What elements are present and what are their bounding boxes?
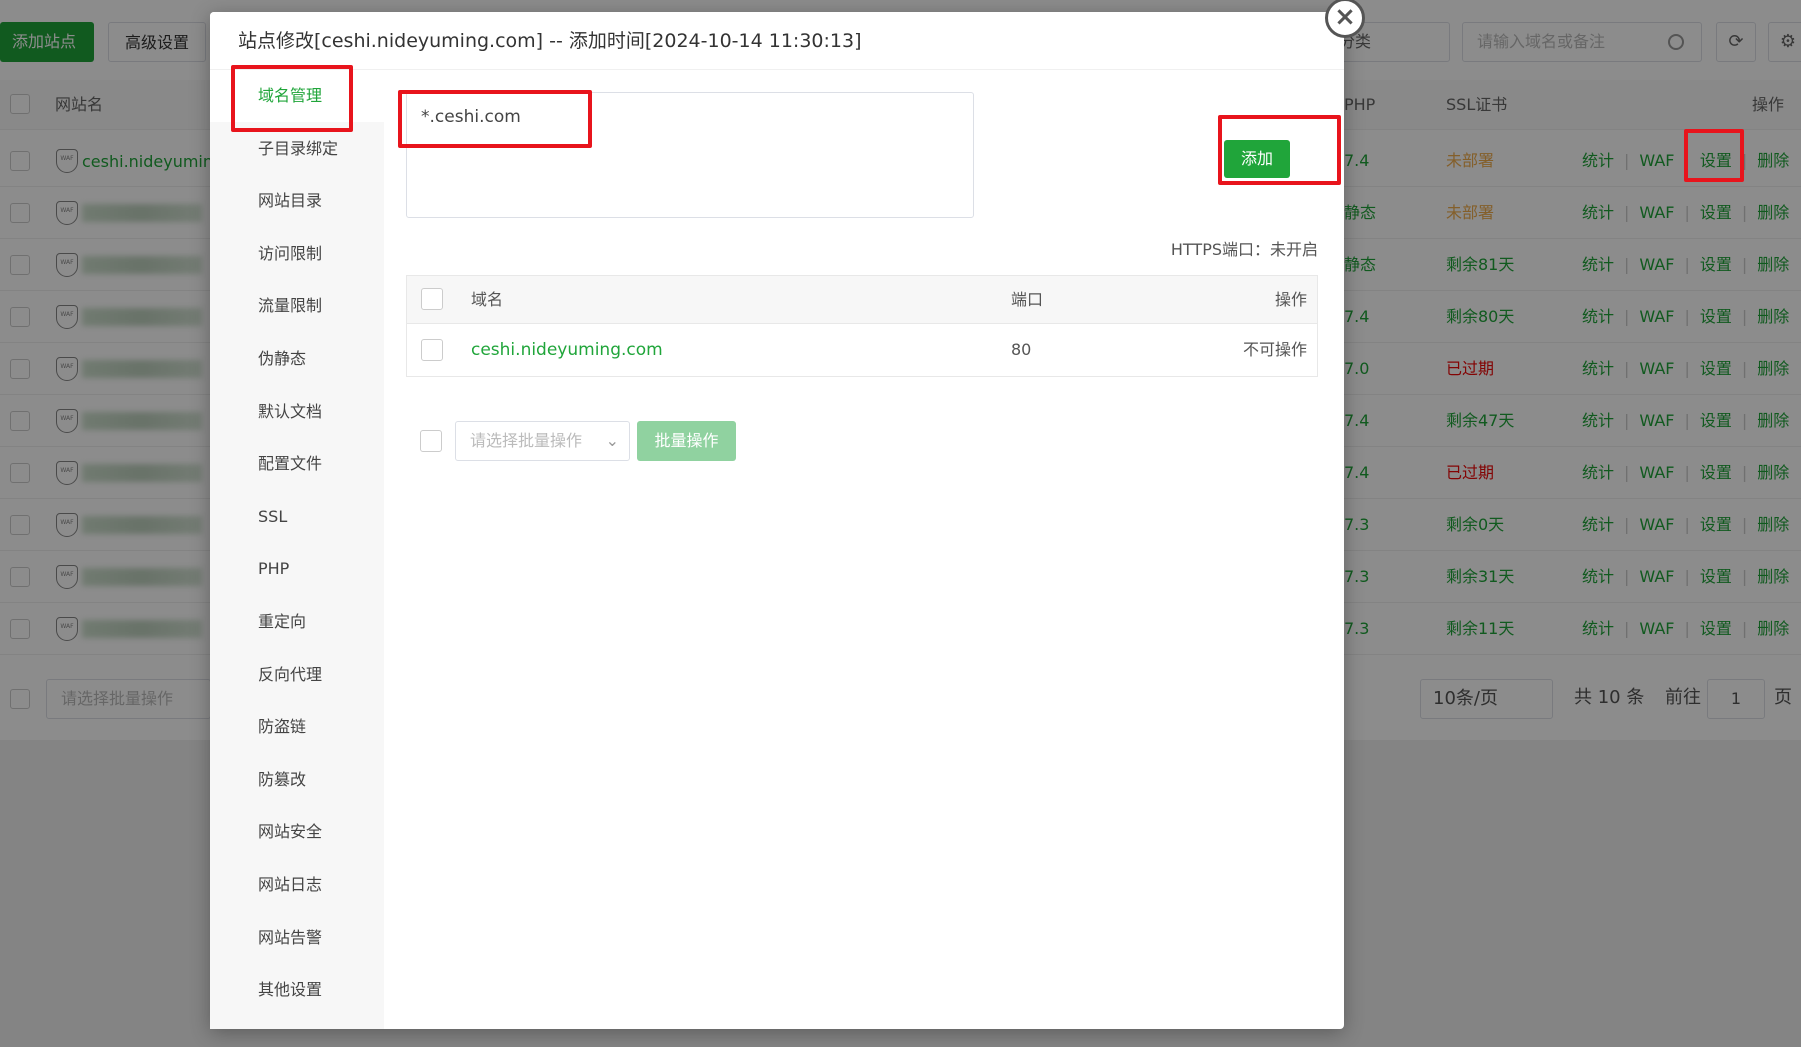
nav-item-6[interactable]: 默认文档: [210, 386, 384, 438]
nav-item-12[interactable]: 防盗链: [210, 701, 384, 753]
nav-item-11[interactable]: 反向代理: [210, 649, 384, 701]
nav-item-5[interactable]: 伪静态: [210, 333, 384, 385]
domain-management-panel: 添加 HTTPS端口：未开启 域名 端口 操作 ceshi.nideyuming…: [384, 70, 1344, 1029]
domain-row-checkbox[interactable]: [421, 339, 443, 361]
domain-link[interactable]: ceshi.nideyuming.com: [471, 324, 663, 376]
nav-item-2[interactable]: 网站目录: [210, 175, 384, 227]
domain-table: 域名 端口 操作 ceshi.nideyuming.com 80 不可操作: [406, 275, 1318, 377]
nav-item-0[interactable]: 域名管理: [210, 70, 384, 122]
nav-item-1[interactable]: 子目录绑定: [210, 123, 384, 175]
nav-item-14[interactable]: 网站安全: [210, 806, 384, 858]
nav-item-17[interactable]: 其他设置: [210, 964, 384, 1016]
domain-port: 80: [1011, 340, 1032, 359]
header-ops: 操作: [1274, 290, 1307, 309]
nav-item-13[interactable]: 防篡改: [210, 754, 384, 806]
site-edit-modal: × 站点修改[ceshi.nideyuming.com] -- 添加时间[202…: [210, 0, 1365, 1029]
nav-item-3[interactable]: 访问限制: [210, 228, 384, 280]
add-domain-button[interactable]: 添加: [1224, 140, 1290, 178]
domain-input[interactable]: [406, 92, 974, 218]
nav-item-4[interactable]: 流量限制: [210, 280, 384, 332]
modal-side-nav: 域名管理 子目录绑定 网站目录 访问限制 流量限制 伪静态 默认文档 配置文件 SSL PHP 重定…: [210, 70, 384, 1029]
header-domain: 域名: [471, 290, 504, 309]
batch-operation-select[interactable]: 请选择批量操作 ⌄: [455, 421, 630, 461]
batch-checkbox[interactable]: [420, 430, 442, 452]
modal-title: 站点修改[ceshi.nideyuming.com] -- 添加时间[2024-…: [210, 12, 1344, 70]
https-port-status: HTTPS端口：未开启: [1170, 240, 1318, 259]
nav-item-16[interactable]: 网站告警: [210, 912, 384, 964]
domain-table-header: 域名 端口 操作: [407, 276, 1317, 324]
nav-item-15[interactable]: 网站日志: [210, 859, 384, 911]
nav-item-7[interactable]: 配置文件: [210, 438, 384, 490]
nav-item-9[interactable]: PHP: [210, 543, 384, 595]
batch-select-placeholder: 请选择批量操作: [470, 431, 583, 450]
domain-ops: 不可操作: [1242, 340, 1307, 359]
chevron-down-icon: ⌄: [605, 431, 619, 450]
domain-select-all-checkbox[interactable]: [421, 288, 443, 310]
table-row: ceshi.nideyuming.com 80 不可操作: [407, 324, 1317, 376]
header-port: 端口: [1011, 290, 1044, 309]
nav-item-10[interactable]: 重定向: [210, 596, 384, 648]
batch-operation-button[interactable]: 批量操作: [637, 421, 736, 461]
nav-item-8[interactable]: SSL: [210, 491, 384, 543]
